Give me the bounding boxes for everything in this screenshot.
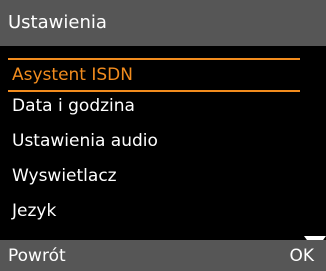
screen-title: Ustawienia [8, 12, 107, 33]
softkey-bar: Powrót OK [0, 240, 326, 271]
menu-item-jezyk[interactable]: Jezyk [12, 196, 56, 226]
phone-display: Ustawienia Asystent ISDN Data i godzina … [0, 0, 326, 271]
title-bar: Ustawienia [0, 0, 326, 46]
settings-menu: Asystent ISDN Data i godzina Ustawienia … [0, 58, 326, 230]
menu-item-asystent-isdn[interactable]: Asystent ISDN [12, 60, 133, 90]
back-softkey[interactable]: Powrót [8, 244, 66, 268]
menu-item-ustawienia-audio[interactable]: Ustawienia audio [12, 126, 158, 156]
ok-softkey[interactable]: OK [289, 244, 314, 268]
menu-item-wyswietlacz[interactable]: Wyswietlacz [12, 161, 117, 191]
menu-item-data-i-godzina[interactable]: Data i godzina [12, 91, 135, 121]
